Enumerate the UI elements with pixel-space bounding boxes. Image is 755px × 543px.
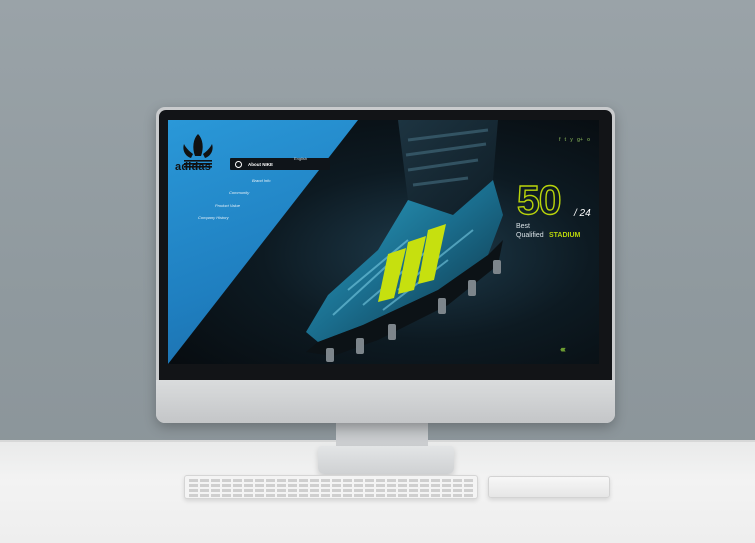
nav-item-brand-info[interactable]: Brand Info — [252, 178, 270, 183]
hero-line-qualified: Qualified — [516, 232, 544, 239]
monitor-stand-base — [318, 446, 454, 474]
scroll-arrows-icon[interactable]: ‹‹‹‹ — [560, 344, 566, 354]
about-menu-label: About NIKE — [248, 161, 273, 167]
keyboard-row — [189, 479, 473, 482]
monitor-chin — [156, 380, 615, 423]
keyboard-row — [189, 484, 473, 487]
hero-number: 50 — [516, 177, 562, 223]
youtube-icon[interactable]: y — [570, 137, 573, 143]
football-boot-image — [306, 120, 503, 362]
twitter-icon[interactable]: t — [565, 137, 567, 143]
social-links: f t y g+ o — [559, 137, 590, 143]
brand-logo-text[interactable]: adidas — [175, 161, 211, 173]
menu-circle-icon — [235, 160, 242, 168]
nav-item-product-value[interactable]: Product Value — [215, 203, 240, 208]
google-plus-icon[interactable]: g+ — [577, 137, 583, 143]
keyboard — [184, 475, 478, 499]
website-screen: adidas About NIKE English Brand Info Com… — [168, 120, 599, 364]
facebook-icon[interactable]: f — [559, 137, 561, 143]
keyboard-row — [189, 489, 473, 492]
hero-line-best: Best — [516, 223, 531, 230]
hero-highlight: STADIUM — [549, 232, 581, 239]
other-social-icon[interactable]: o — [587, 137, 590, 143]
nav-item-company-history[interactable]: Company History — [198, 215, 229, 220]
hero-total: / 24 — [574, 208, 591, 219]
trackpad — [488, 476, 610, 498]
keyboard-row — [189, 494, 473, 497]
chevron-left-icon: ‹‹‹‹ — [560, 344, 566, 354]
nav-item-community[interactable]: Community — [229, 190, 249, 195]
